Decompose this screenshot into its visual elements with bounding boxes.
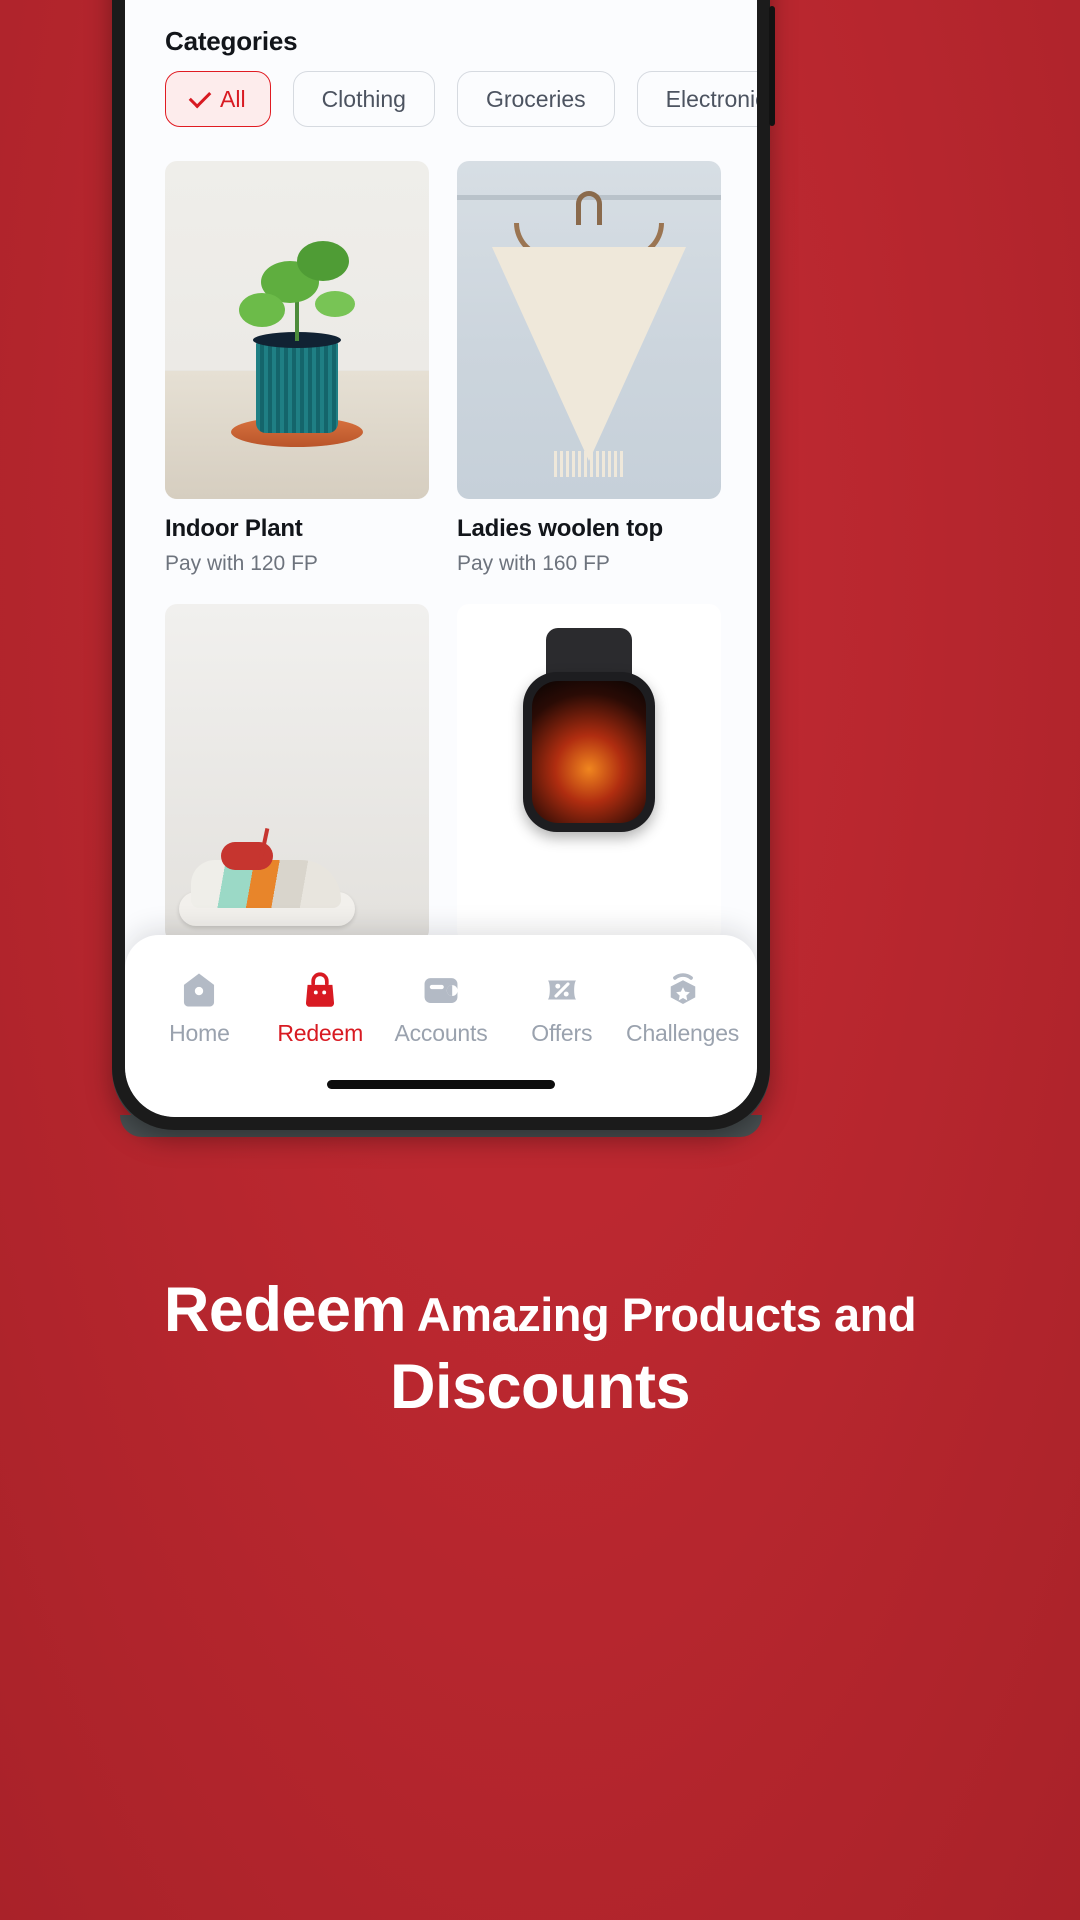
- bottom-navigation-bar[interactable]: Home Redeem Accounts Offers Challenges: [125, 935, 757, 1117]
- badge-star-icon: [670, 973, 695, 1004]
- product-image-indoor-plant: [165, 161, 429, 499]
- nav-item-challenges[interactable]: Challenges: [622, 969, 743, 1047]
- power-button[interactable]: [769, 6, 775, 126]
- nav-item-redeem[interactable]: Redeem: [260, 969, 381, 1047]
- product-name: Ladies woolen top: [457, 515, 663, 542]
- product-grid[interactable]: Indoor Plant Pay with 120 FP Ladies wool…: [165, 161, 721, 942]
- home-indicator[interactable]: [327, 1080, 555, 1089]
- product-card[interactable]: [457, 604, 721, 942]
- category-chip-clothing[interactable]: Clothing: [292, 71, 435, 127]
- category-chip-label: Electronics: [665, 85, 757, 112]
- category-chip-electronics[interactable]: Electronics: [636, 71, 757, 127]
- phone-frame: Wireless Headphones Pay with 199 FP SALE…: [112, 0, 775, 1137]
- wallet-icon: [424, 978, 458, 1003]
- nav-label: Offers: [531, 1020, 593, 1046]
- product-image-sneakers: [165, 604, 429, 942]
- product-name: Indoor Plant: [165, 515, 303, 542]
- home-icon: [184, 973, 215, 1007]
- product-card[interactable]: Indoor Plant Pay with 120 FP: [165, 161, 429, 576]
- nav-label: Accounts: [394, 1020, 488, 1046]
- headline-line-1: Redeem Amazing Products and: [0, 1272, 1080, 1349]
- category-chip-groceries[interactable]: Groceries: [456, 71, 615, 127]
- phone-screen: Wireless Headphones Pay with 199 FP SALE…: [125, 0, 757, 1117]
- category-chip-label: Clothing: [321, 85, 406, 112]
- nav-item-accounts[interactable]: Accounts: [381, 969, 502, 1047]
- headline-line-2: Discounts: [389, 1351, 691, 1422]
- nav-item-offers[interactable]: Offers: [501, 969, 622, 1047]
- product-image-smart-watch: [457, 604, 721, 942]
- discount-icon: [547, 980, 576, 1000]
- nav-label: Redeem: [277, 1020, 364, 1046]
- category-chip-all[interactable]: All: [165, 71, 271, 127]
- category-chip-list[interactable]: All Clothing Groceries Electronics: [165, 71, 757, 127]
- product-price: Pay with 120 FP: [165, 552, 318, 575]
- product-card[interactable]: Ladies woolen top Pay with 160 FP: [457, 161, 721, 576]
- category-chip-label: All: [220, 85, 246, 112]
- nav-item-home[interactable]: Home: [139, 969, 260, 1047]
- headline-strong: Redeem: [163, 1275, 407, 1345]
- check-icon: [188, 85, 212, 108]
- app-scroll-area[interactable]: Wireless Headphones Pay with 199 FP SALE…: [125, 0, 757, 1117]
- nav-label: Challenges: [626, 1020, 740, 1046]
- nav-label: Home: [169, 1020, 230, 1046]
- product-card[interactable]: [165, 604, 429, 942]
- product-image-ladies-woolen-top: [457, 161, 721, 499]
- bag-icon: [306, 972, 335, 1007]
- headline-rest: Amazing Products and: [406, 1288, 917, 1341]
- category-chip-label: Groceries: [485, 85, 586, 112]
- product-price: Pay with 160 FP: [457, 552, 610, 575]
- categories-heading: Categories: [165, 26, 298, 56]
- marketing-headline: Redeem Amazing Products and Discounts: [0, 1272, 1080, 1426]
